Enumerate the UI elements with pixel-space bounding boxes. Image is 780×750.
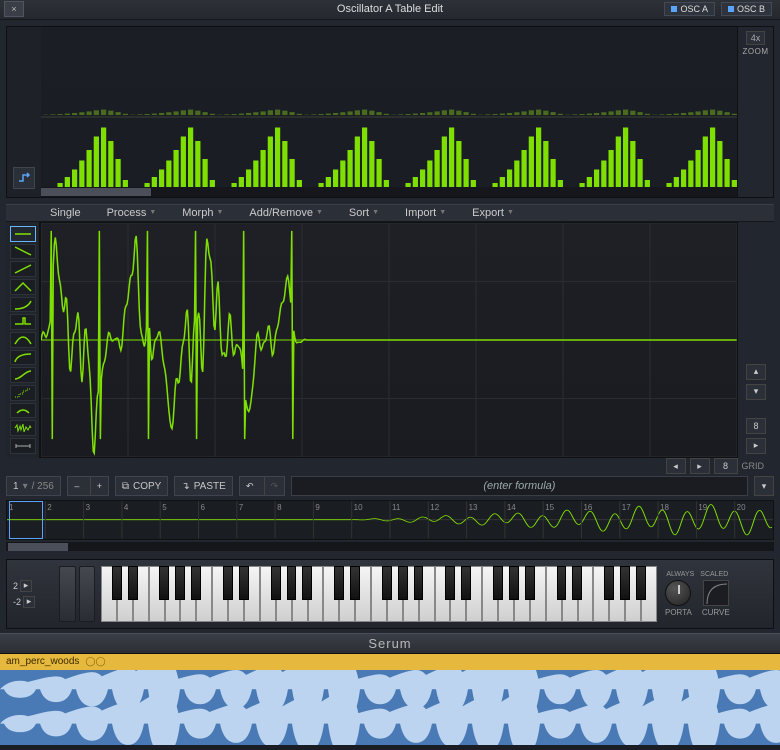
frames-scrollbar[interactable] bbox=[6, 542, 774, 551]
shape-line[interactable] bbox=[10, 226, 36, 242]
octave-up-value: 2 bbox=[13, 581, 18, 591]
spectrum-scrollbar[interactable] bbox=[41, 187, 737, 197]
frame-index[interactable]: 1▾ / 256 bbox=[6, 476, 61, 496]
editor-menubar: Single Process▼ Morph▼ Add/Remove▼ Sort▼… bbox=[6, 204, 774, 222]
grid-value[interactable]: 8 bbox=[714, 458, 738, 474]
chevron-down-icon: ▼ bbox=[439, 209, 446, 216]
shape-exp[interactable] bbox=[10, 297, 36, 313]
chevron-down-icon: ▼ bbox=[372, 209, 379, 216]
octave-up-button[interactable]: ▸ bbox=[20, 580, 32, 592]
redo-button[interactable]: ↷ bbox=[264, 477, 284, 495]
remove-frame-button[interactable]: – bbox=[68, 477, 86, 495]
mod-wheel[interactable] bbox=[79, 566, 96, 622]
shape-stretch[interactable] bbox=[10, 438, 36, 454]
shape-log[interactable] bbox=[10, 350, 36, 366]
shape-arc[interactable] bbox=[10, 403, 36, 419]
shape-ramp-down[interactable] bbox=[10, 244, 36, 260]
octave-down-value: -2 bbox=[13, 597, 21, 607]
formula-menu-button[interactable]: ▾ bbox=[754, 476, 774, 496]
wavetable-editor-window: × Oscillator A Table Edit OSC A OSC B 4x… bbox=[0, 0, 780, 745]
frames-overview[interactable]: 1234567891011121314151617181920 bbox=[6, 500, 774, 539]
octave-down-button[interactable]: ▸ bbox=[23, 596, 35, 608]
clip-name-label: am_perc_woods bbox=[6, 656, 79, 667]
chevron-down-icon: ▼ bbox=[507, 209, 514, 216]
osc-b-tab[interactable]: OSC B bbox=[721, 2, 772, 16]
nudge-up-button[interactable]: ▴ bbox=[746, 364, 766, 380]
selected-frame-indicator bbox=[9, 501, 43, 538]
shape-halfsine[interactable] bbox=[10, 332, 36, 348]
curve-label: CURVE bbox=[702, 608, 730, 617]
keyboard-panel: 2▸ -2▸ ALWAYSSCALED PORTA CURVE bbox=[6, 559, 774, 629]
spectrum-panel: 4x ZOOM bbox=[6, 26, 774, 198]
loop-icon: ◯◯ bbox=[85, 656, 105, 667]
zoom-label: ZOOM bbox=[743, 47, 769, 56]
nudge-down-button[interactable]: ▾ bbox=[746, 384, 766, 400]
chevron-down-icon: ▼ bbox=[216, 209, 223, 216]
undo-button[interactable]: ↶ bbox=[240, 477, 260, 495]
porta-scaled-label: SCALED bbox=[700, 571, 728, 578]
porta-label: PORTA bbox=[665, 608, 692, 617]
window-title: Oscillator A Table Edit bbox=[337, 3, 443, 15]
shape-s-curve[interactable] bbox=[10, 367, 36, 383]
copy-icon: ⧉ bbox=[122, 481, 129, 492]
titlebar: × Oscillator A Table Edit OSC A OSC B bbox=[0, 0, 780, 20]
spectrum-display[interactable] bbox=[41, 27, 737, 197]
grid-prev-button[interactable]: ◂ bbox=[666, 458, 686, 474]
menu-single[interactable]: Single bbox=[40, 207, 91, 219]
osc-a-tab[interactable]: OSC A bbox=[664, 2, 715, 16]
waveform-editor-row: ▴ ▾ 8 ▸ bbox=[6, 222, 774, 458]
daw-track-area: am_perc_woods ◯◯ bbox=[0, 654, 780, 745]
shape-noise[interactable] bbox=[10, 420, 36, 436]
grid-label: GRID bbox=[742, 461, 765, 471]
porta-always-label: ALWAYS bbox=[666, 571, 694, 578]
menu-sort[interactable]: Sort▼ bbox=[339, 207, 389, 219]
grid-next-button[interactable]: ▸ bbox=[690, 458, 710, 474]
shape-triangle[interactable] bbox=[10, 279, 36, 295]
shape-stairs[interactable] bbox=[10, 385, 36, 401]
clip-header[interactable]: am_perc_woods ◯◯ bbox=[0, 654, 780, 670]
frame-toolbar: 1▾ / 256 – + ⧉COPY ↴PASTE ↶ ↷ (enter for… bbox=[6, 476, 774, 496]
waveform-canvas[interactable] bbox=[40, 222, 738, 458]
menu-import[interactable]: Import▼ bbox=[395, 207, 456, 219]
copy-button[interactable]: ⧉COPY bbox=[115, 476, 168, 496]
audio-clip-waveform[interactable] bbox=[0, 670, 780, 745]
menu-process[interactable]: Process▼ bbox=[97, 207, 167, 219]
phase-icon[interactable] bbox=[13, 167, 35, 189]
paste-icon: ↴ bbox=[181, 481, 189, 492]
chevron-down-icon: ▼ bbox=[316, 209, 323, 216]
paste-button[interactable]: ↴PASTE bbox=[174, 476, 232, 496]
shape-pulse[interactable] bbox=[10, 314, 36, 330]
add-frame-button[interactable]: + bbox=[90, 477, 108, 495]
plugin-name-bar: Serum bbox=[0, 633, 780, 654]
grid-spin-value[interactable]: 8 bbox=[746, 418, 766, 434]
porta-knob[interactable] bbox=[665, 580, 691, 606]
curve-display[interactable] bbox=[703, 580, 729, 606]
zoom-value[interactable]: 4x bbox=[746, 31, 766, 45]
formula-input[interactable]: (enter formula) bbox=[291, 476, 748, 496]
chevron-down-icon: ▼ bbox=[149, 209, 156, 216]
grid-spin-handle[interactable]: ▸ bbox=[746, 438, 766, 454]
shape-ramp-up[interactable] bbox=[10, 261, 36, 277]
pitch-wheel[interactable] bbox=[59, 566, 76, 622]
close-button[interactable]: × bbox=[4, 1, 24, 17]
menu-export[interactable]: Export▼ bbox=[462, 207, 524, 219]
shape-presets-strip bbox=[6, 222, 40, 458]
piano-keyboard[interactable] bbox=[101, 566, 657, 622]
menu-add-remove[interactable]: Add/Remove▼ bbox=[239, 207, 333, 219]
menu-morph[interactable]: Morph▼ bbox=[172, 207, 233, 219]
